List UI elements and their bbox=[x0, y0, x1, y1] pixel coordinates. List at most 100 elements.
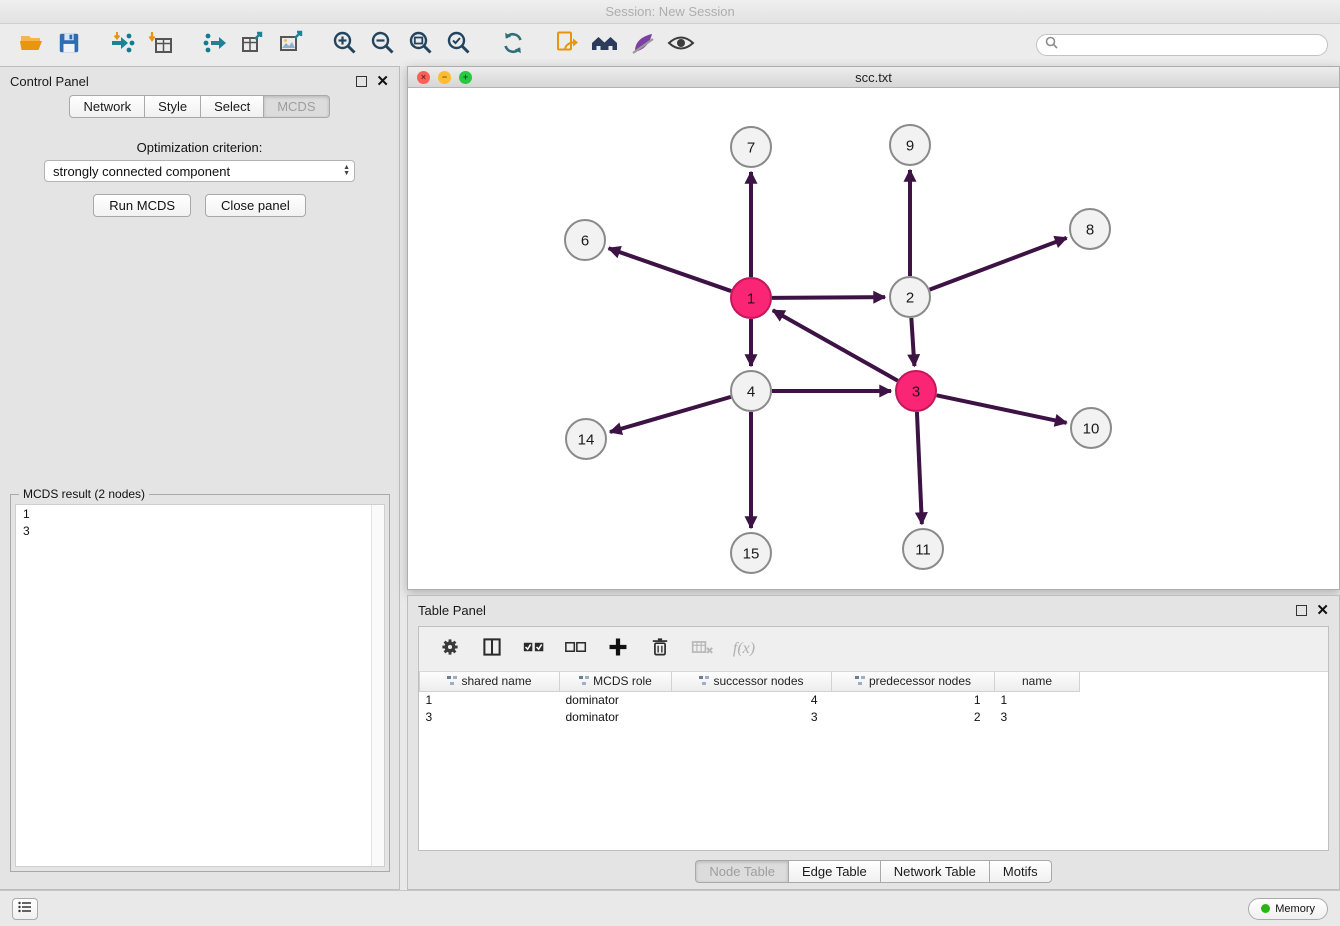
import-network-button[interactable] bbox=[104, 29, 142, 61]
edge-1-6[interactable] bbox=[609, 248, 732, 291]
zoom-window-icon[interactable]: + bbox=[459, 71, 472, 84]
tab-node-table[interactable]: Node Table bbox=[695, 860, 789, 883]
svg-text:15: 15 bbox=[743, 545, 760, 562]
show-graphics-button[interactable] bbox=[662, 29, 700, 61]
deselect-all-rows-button[interactable] bbox=[559, 634, 593, 664]
svg-text:11: 11 bbox=[915, 541, 931, 558]
node-6[interactable]: 6 bbox=[565, 220, 605, 260]
memory-button[interactable]: Memory bbox=[1248, 898, 1328, 920]
node-7[interactable]: 7 bbox=[731, 127, 771, 167]
column-header-successor-nodes[interactable]: successor nodes bbox=[672, 672, 832, 691]
zoom-out-button[interactable] bbox=[364, 29, 402, 61]
add-row-button[interactable] bbox=[601, 634, 635, 664]
table-cell[interactable]: 4 bbox=[672, 691, 832, 708]
toggle-columns-button[interactable] bbox=[475, 634, 509, 664]
function-builder-button[interactable]: f(x) bbox=[727, 634, 761, 664]
plus-icon bbox=[607, 636, 629, 663]
node-2[interactable]: 2 bbox=[890, 277, 930, 317]
tab-edge-table[interactable]: Edge Table bbox=[789, 860, 881, 883]
node-11[interactable]: 11 bbox=[903, 529, 943, 569]
edge-3-11[interactable] bbox=[917, 412, 922, 524]
table-cell[interactable]: 1 bbox=[832, 691, 995, 708]
node-9[interactable]: 9 bbox=[890, 125, 930, 165]
float-panel-icon[interactable] bbox=[356, 76, 367, 87]
result-scrollbar[interactable] bbox=[371, 505, 384, 866]
share-network-button[interactable] bbox=[548, 29, 586, 61]
node-1[interactable]: 1 bbox=[731, 278, 771, 318]
table-row[interactable]: 3dominator323 bbox=[420, 708, 1080, 725]
edge-1-2[interactable] bbox=[772, 297, 885, 298]
zoom-in-button[interactable] bbox=[326, 29, 364, 61]
close-panel-button[interactable]: Close panel bbox=[205, 194, 306, 217]
criterion-select[interactable]: strongly connected component ▲▼ bbox=[44, 160, 355, 182]
export-table-button[interactable] bbox=[234, 29, 272, 61]
network-canvas[interactable]: 7 9 6 8 1 2 4 3 14 10 15 11 bbox=[408, 88, 1339, 589]
zoom-selected-button[interactable] bbox=[440, 29, 478, 61]
window-titlebar[interactable]: Session: New Session bbox=[0, 0, 1340, 24]
table-cell[interactable]: 3 bbox=[995, 708, 1080, 725]
import-table-button[interactable] bbox=[142, 29, 180, 61]
tab-network-table[interactable]: Network Table bbox=[881, 860, 990, 883]
network-window-title: scc.txt bbox=[855, 70, 892, 85]
tab-style[interactable]: Style bbox=[145, 95, 201, 118]
table-cell[interactable]: dominator bbox=[560, 691, 672, 708]
export-network-icon bbox=[202, 30, 228, 61]
task-history-button[interactable] bbox=[12, 898, 38, 920]
table-cell[interactable]: 2 bbox=[832, 708, 995, 725]
network-window-titlebar[interactable]: × − + scc.txt bbox=[408, 67, 1339, 88]
select-all-rows-button[interactable] bbox=[517, 634, 551, 664]
table-cell[interactable]: 3 bbox=[672, 708, 832, 725]
node-10[interactable]: 10 bbox=[1071, 408, 1111, 448]
edge-2-3[interactable] bbox=[911, 318, 914, 366]
save-session-button[interactable] bbox=[50, 29, 88, 61]
memory-status-icon bbox=[1261, 904, 1270, 913]
edge-3-10[interactable] bbox=[937, 395, 1067, 422]
node-14[interactable]: 14 bbox=[566, 419, 606, 459]
node-15[interactable]: 15 bbox=[731, 533, 771, 573]
table-header-row: shared name MCDS role successor nodes pr… bbox=[420, 672, 1080, 691]
table-row[interactable]: 1dominator411 bbox=[420, 691, 1080, 708]
float-table-panel-icon[interactable] bbox=[1296, 605, 1307, 616]
refresh-view-button[interactable] bbox=[494, 29, 532, 61]
table-cell[interactable]: dominator bbox=[560, 708, 672, 725]
tab-network[interactable]: Network bbox=[69, 95, 145, 118]
edge-3-1[interactable] bbox=[773, 310, 898, 380]
close-table-panel-icon[interactable]: ✕ bbox=[1316, 605, 1329, 616]
select-all-icon bbox=[522, 636, 546, 663]
node-3[interactable]: 3 bbox=[896, 371, 936, 411]
home-button[interactable] bbox=[586, 29, 624, 61]
delete-rows-button[interactable] bbox=[643, 634, 677, 664]
mcds-result-list[interactable]: 13 bbox=[15, 504, 385, 867]
node-8[interactable]: 8 bbox=[1070, 209, 1110, 249]
tab-mcds[interactable]: MCDS bbox=[264, 95, 329, 118]
minimize-window-icon[interactable]: − bbox=[438, 71, 451, 84]
delete-table-icon bbox=[690, 636, 714, 663]
node-4[interactable]: 4 bbox=[731, 371, 771, 411]
open-session-button[interactable] bbox=[12, 29, 50, 61]
export-network-button[interactable] bbox=[196, 29, 234, 61]
column-header-name[interactable]: name bbox=[995, 672, 1080, 691]
close-panel-icon[interactable]: ✕ bbox=[376, 76, 389, 87]
run-mcds-button[interactable]: Run MCDS bbox=[93, 194, 191, 217]
search-input[interactable] bbox=[1063, 38, 1319, 52]
delete-table-button[interactable] bbox=[685, 634, 719, 664]
refresh-icon bbox=[500, 30, 526, 61]
column-header-mcds-role[interactable]: MCDS role bbox=[560, 672, 672, 691]
table-cell[interactable]: 3 bbox=[420, 708, 560, 725]
column-header-predecessor-nodes[interactable]: predecessor nodes bbox=[832, 672, 995, 691]
close-window-icon[interactable]: × bbox=[417, 71, 430, 84]
quick-search[interactable] bbox=[1036, 34, 1328, 56]
table-cell[interactable]: 1 bbox=[995, 691, 1080, 708]
export-image-button[interactable] bbox=[272, 29, 310, 61]
svg-text:4: 4 bbox=[747, 383, 755, 400]
table-settings-button[interactable] bbox=[433, 634, 467, 664]
zoom-fit-button[interactable] bbox=[402, 29, 440, 61]
control-panel-tabs: Network Style Select MCDS bbox=[0, 95, 399, 118]
edge-2-8[interactable] bbox=[930, 238, 1067, 290]
column-header-shared-name[interactable]: shared name bbox=[420, 672, 560, 691]
table-cell[interactable]: 1 bbox=[420, 691, 560, 708]
tab-motifs[interactable]: Motifs bbox=[990, 860, 1052, 883]
style-brush-button[interactable] bbox=[624, 29, 662, 61]
edge-4-14[interactable] bbox=[610, 397, 731, 432]
tab-select[interactable]: Select bbox=[201, 95, 264, 118]
